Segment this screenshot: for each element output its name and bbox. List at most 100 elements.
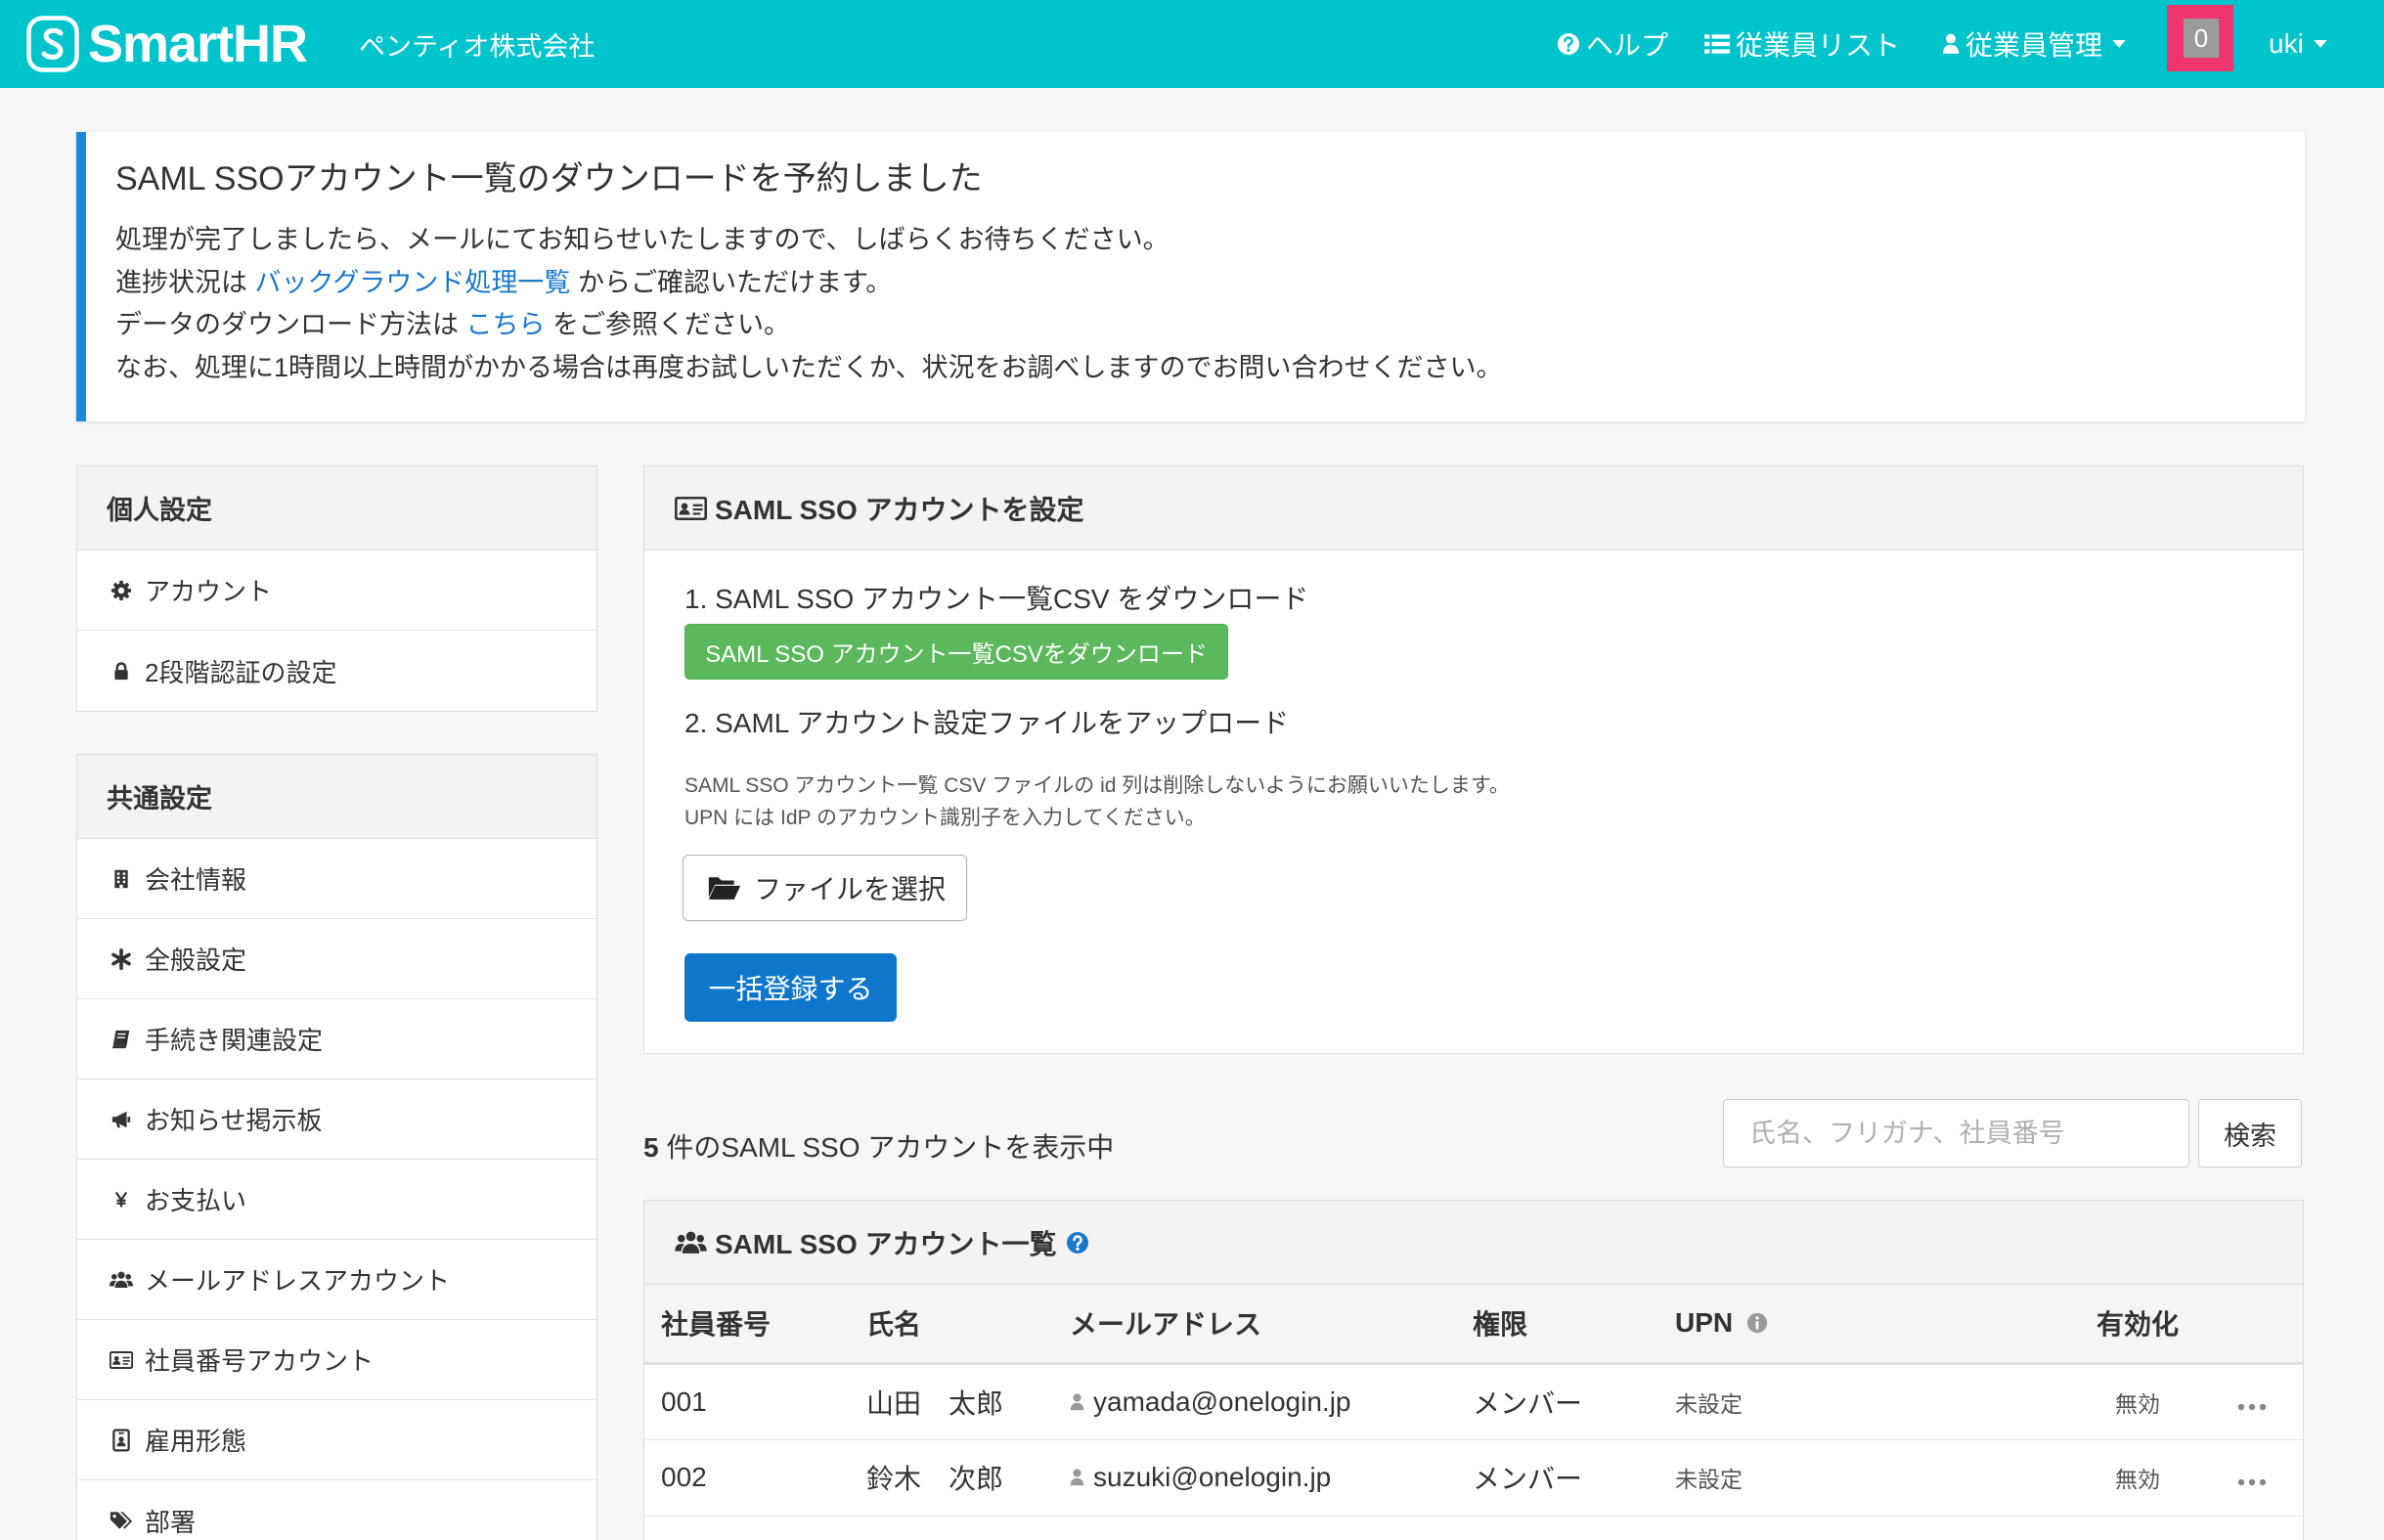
saml-accounts-header: SAML SSO アカウント一覧	[644, 1201, 2303, 1285]
yen-icon	[110, 1188, 133, 1211]
role-cell: メンバー	[1456, 1363, 1658, 1440]
search-button[interactable]: 検索	[2198, 1099, 2302, 1167]
actions-cell	[2201, 1516, 2303, 1540]
sidebar-item-company-info[interactable]: 会社情報	[77, 839, 596, 919]
common-settings-panel: 共通設定 会社情報 全般設定 手続き関連設定 お知らせ掲示板 お支払い メールア…	[76, 754, 597, 1540]
sidebar-item-account[interactable]: アカウント	[77, 550, 596, 631]
upload-notes: SAML SSO アカウント一覧 CSV ファイルの id 列は削除しないように…	[684, 770, 1510, 834]
enabled-cell	[2074, 1516, 2201, 1540]
name-cell	[850, 1516, 1053, 1540]
search-input[interactable]	[1723, 1099, 2189, 1167]
sidebar-item-label: 部署	[145, 1507, 197, 1537]
sidebar-item-label: メールアドレスアカウント	[145, 1266, 451, 1296]
actions-cell	[2201, 1363, 2303, 1440]
result-count-text: 件のSAML SSO アカウントを表示中	[658, 1132, 1115, 1163]
sidebar-item-general-settings[interactable]: 全般設定	[77, 919, 596, 999]
alert-body: 処理が完了しましたら、メールにてお知らせいたしますので、しばらくお待ちください。…	[115, 219, 1502, 389]
alert-line-3: データのダウンロード方法は こちら をご参照ください。	[115, 304, 1502, 347]
upload-note-2: UPN には IdP のアカウント識別子を入力してください。	[684, 807, 1206, 829]
table-row: 001 山田 太郎 yamada@onelogin.jp メンバー 未設定 無効	[644, 1363, 2303, 1440]
bulk-register-button[interactable]: 一括登録する	[684, 953, 897, 1022]
user-icon	[1942, 33, 1960, 55]
personal-settings-panel: 個人設定 アカウント 2段階認証の設定	[76, 465, 597, 712]
caret-down-icon	[2112, 39, 2126, 49]
saml-accounts-table: 社員番号 氏名 メールアドレス 権限 UPN 有効化 001 山田 太郎 yam…	[644, 1285, 2303, 1540]
download-reserved-alert: SAML SSOアカウント一覧のダウンロードを予約しました 処理が完了しましたら…	[76, 132, 2305, 421]
table-row: 002 鈴木 次郎 suzuki@onelogin.jp メンバー 未設定 無効	[644, 1439, 2303, 1517]
employee-number-cell: 002	[644, 1439, 850, 1517]
upload-note-1: SAML SSO アカウント一覧 CSV ファイルの id 列は削除しないように…	[684, 774, 1510, 797]
nav-employee-management-label: 従業員管理	[1965, 30, 2103, 61]
download-help-link[interactable]: こちら	[466, 310, 546, 339]
logo-text: SmartHR	[88, 15, 308, 73]
nav-employee-list[interactable]: 従業員リスト	[1704, 0, 1900, 88]
user-icon	[1070, 1469, 1084, 1486]
bullhorn-icon	[110, 1108, 133, 1131]
alert-line-1: 処理が完了しましたら、メールにてお知らせいたしますので、しばらくお待ちください。	[115, 225, 1170, 254]
background-jobs-link[interactable]: バックグラウンド処理一覧	[255, 268, 571, 297]
alert-line-3-prefix: データのダウンロード方法は	[115, 310, 466, 339]
personal-settings-list: アカウント 2段階認証の設定	[77, 550, 596, 711]
users-icon	[110, 1268, 133, 1292]
enabled-cell: 無効	[2074, 1439, 2201, 1517]
tags-icon	[110, 1509, 133, 1532]
question-circle-icon	[1557, 32, 1580, 56]
gear-icon	[110, 579, 133, 602]
upn-cell: 未設定	[1658, 1363, 2074, 1440]
column-header-employee-number: 社員番号	[644, 1285, 850, 1365]
name-cell: 山田 太郎	[850, 1363, 1053, 1440]
column-header-name: 氏名	[850, 1285, 1053, 1365]
user-menu-dropdown[interactable]: uki	[2269, 0, 2327, 88]
sidebar-item-label: 2段階認証の設定	[145, 657, 337, 687]
nav-employee-management-dropdown[interactable]: 従業員管理	[1942, 0, 2126, 88]
saml-accounts-title: SAML SSO アカウント一覧	[715, 1228, 1057, 1259]
row-menu-ellipsis-icon[interactable]	[2237, 1478, 2267, 1486]
result-count: 5 件のSAML SSO アカウントを表示中	[643, 1129, 1114, 1166]
saml-settings-title: SAML SSO アカウントを設定	[715, 494, 1084, 525]
sidebar-item-label: お支払い	[145, 1186, 247, 1215]
sidebar-item-label: アカウント	[145, 577, 273, 606]
row-menu-ellipsis-icon[interactable]	[2237, 1403, 2267, 1411]
sidebar-item-label: 会社情報	[145, 865, 247, 895]
sidebar-item-employee-number-accounts[interactable]: 社員番号アカウント	[77, 1320, 596, 1400]
sidebar-item-payment[interactable]: お支払い	[77, 1160, 596, 1240]
step-1-label: 1. SAML SSO アカウント一覧CSV をダウンロード	[684, 584, 1309, 614]
choose-file-button[interactable]: ファイルを選択	[683, 855, 967, 921]
sidebar-item-label: 全般設定	[145, 946, 247, 975]
column-header-enabled: 有効化	[2074, 1285, 2201, 1365]
nav-help[interactable]: ヘルプ	[1557, 0, 1668, 88]
sidebar-item-label: 手続き関連設定	[145, 1026, 324, 1055]
column-header-email: メールアドレス	[1053, 1285, 1456, 1365]
id-badge-icon	[110, 1429, 133, 1452]
result-count-number: 5	[643, 1132, 659, 1163]
alert-title: SAML SSOアカウント一覧のダウンロードを予約しました	[115, 160, 983, 198]
column-header-upn-label: UPN	[1675, 1307, 1734, 1339]
smarthr-logo[interactable]: SmartHR	[25, 14, 308, 74]
email-cell	[1053, 1516, 1456, 1540]
asterisk-icon	[110, 947, 133, 971]
folder-open-icon	[707, 874, 742, 902]
upn-cell	[1658, 1516, 2074, 1540]
table-row	[644, 1516, 2303, 1540]
caret-down-icon	[2314, 39, 2327, 49]
actions-cell	[2201, 1439, 2303, 1517]
building-icon	[110, 867, 133, 891]
employee-number-cell	[644, 1516, 850, 1540]
info-circle-icon[interactable]	[1746, 1312, 1768, 1334]
download-csv-button[interactable]: SAML SSO アカウント一覧CSVをダウンロード	[684, 624, 1228, 680]
sidebar-item-bulletin-board[interactable]: お知らせ掲示板	[77, 1079, 596, 1160]
email-text: yamada@onelogin.jp	[1093, 1386, 1351, 1417]
top-navbar: SmartHR ペンティオ株式会社 ヘルプ 従業員リスト 従業員管理 0 uki	[0, 0, 2384, 88]
name-cell: 鈴木 次郎	[850, 1439, 1053, 1517]
role-cell: メンバー	[1456, 1439, 1658, 1517]
saml-settings-panel: SAML SSO アカウントを設定 1. SAML SSO アカウント一覧CSV…	[643, 465, 2304, 1054]
sidebar-item-employment-types[interactable]: 雇用形態	[77, 1400, 596, 1480]
column-header-actions	[2201, 1285, 2303, 1365]
sidebar-item-two-factor[interactable]: 2段階認証の設定	[77, 631, 596, 711]
help-circle-icon[interactable]	[1066, 1231, 1089, 1254]
step-2-label: 2. SAML アカウント設定ファイルをアップロード	[684, 708, 1290, 738]
notification-badge[interactable]: 0	[2167, 5, 2233, 71]
sidebar-item-departments[interactable]: 部署	[77, 1480, 596, 1540]
sidebar-item-email-accounts[interactable]: メールアドレスアカウント	[77, 1240, 596, 1320]
sidebar-item-procedure-settings[interactable]: 手続き関連設定	[77, 999, 596, 1079]
